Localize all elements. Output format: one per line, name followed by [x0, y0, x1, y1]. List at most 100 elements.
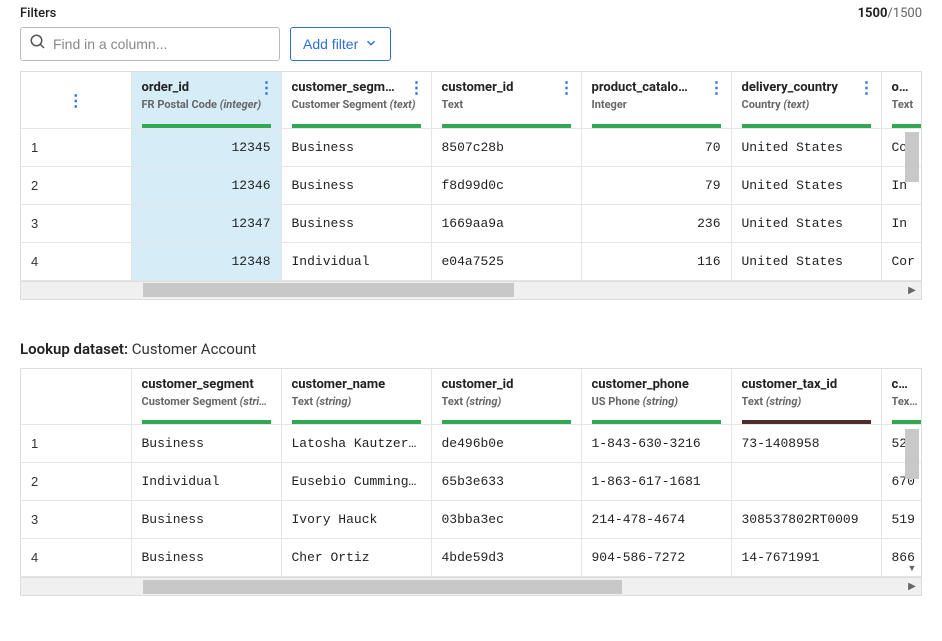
cell[interactable]: Business: [131, 539, 281, 577]
column-meta: Country (text): [742, 98, 871, 111]
cell[interactable]: Cher Ortiz: [281, 539, 431, 577]
column-health-bar: [442, 420, 571, 424]
column-name: customer_segm…: [292, 80, 421, 95]
cell[interactable]: 904-586-7272: [581, 539, 731, 577]
cell[interactable]: 236: [581, 204, 731, 242]
main-table: ⋮order_idFR Postal Code (integer)⋮custom…: [20, 71, 922, 300]
column-header[interactable]: order_Text: [881, 72, 921, 128]
column-menu-button[interactable]: ⋮: [559, 80, 575, 96]
column-header[interactable]: custonText (str: [881, 369, 921, 425]
row-number: 4: [21, 242, 131, 280]
cell[interactable]: United States: [731, 128, 881, 166]
column-health-bar: [742, 124, 871, 128]
cell[interactable]: United States: [731, 166, 881, 204]
column-header[interactable]: delivery_countryCountry (text)⋮: [731, 72, 881, 128]
cell[interactable]: [731, 463, 881, 501]
cell[interactable]: 14-7671991: [731, 539, 881, 577]
cell[interactable]: 73-1408958: [731, 425, 881, 463]
scroll-right-arrow[interactable]: ▶: [903, 578, 921, 596]
table-row[interactable]: 1BusinessLatosha Kautzer PhDde496b0e1-84…: [21, 425, 921, 463]
cell[interactable]: Business: [281, 204, 431, 242]
column-meta: Text (string): [442, 395, 571, 408]
cell[interactable]: Individual: [131, 463, 281, 501]
column-header[interactable]: customer_tax_idText (string): [731, 369, 881, 425]
cell[interactable]: Business: [131, 425, 281, 463]
chevron-down-icon: [364, 36, 378, 53]
table-row[interactable]: 4BusinessCher Ortiz4bde59d3904-586-72721…: [21, 539, 921, 577]
cell[interactable]: Latosha Kautzer PhD: [281, 425, 431, 463]
cell[interactable]: de496b0e: [431, 425, 581, 463]
cell[interactable]: 214-478-4674: [581, 501, 731, 539]
cell[interactable]: 03bba3ec: [431, 501, 581, 539]
cell[interactable]: 1-843-630-3216: [581, 425, 731, 463]
column-header[interactable]: customer_segmentCustomer Segment (stri…: [131, 369, 281, 425]
column-meta: Text: [892, 98, 921, 111]
cell[interactable]: 12347: [131, 204, 281, 242]
column-name: customer_name: [292, 377, 421, 392]
table-row[interactable]: 3BusinessIvory Hauck03bba3ec214-478-4674…: [21, 501, 921, 539]
search-input-container[interactable]: [20, 27, 280, 61]
cell[interactable]: 8507c28b: [431, 128, 581, 166]
horizontal-scrollbar[interactable]: ◀ ▶: [21, 281, 921, 299]
column-health-bar: [592, 124, 721, 128]
add-filter-button[interactable]: Add filter: [290, 27, 391, 61]
cell[interactable]: f8d99d0c: [431, 166, 581, 204]
cell[interactable]: e04a7525: [431, 242, 581, 280]
column-meta: FR Postal Code (integer): [142, 98, 271, 111]
column-header[interactable]: order_idFR Postal Code (integer)⋮: [131, 72, 281, 128]
table-row[interactable]: 112345Business8507c28b70United StatesCor: [21, 128, 921, 166]
cell[interactable]: 12345: [131, 128, 281, 166]
column-menu-button[interactable]: ⋮: [709, 80, 725, 96]
row-count-total: /1500: [887, 6, 922, 21]
vertical-scrollbar-thumb[interactable]: [905, 429, 919, 479]
vertical-scrollbar-thumb[interactable]: [905, 132, 919, 182]
scroll-right-arrow[interactable]: ▶: [903, 281, 921, 299]
cell[interactable]: Ivory Hauck: [281, 501, 431, 539]
scroll-down-arrow[interactable]: ▼: [905, 561, 919, 575]
horizontal-scrollbar[interactable]: ◀ ▶: [21, 577, 921, 595]
column-health-bar: [142, 124, 271, 128]
column-menu-button[interactable]: ⋮: [259, 80, 275, 96]
cell[interactable]: Cor: [881, 242, 921, 280]
cell[interactable]: Eusebio Cummings P…: [281, 463, 431, 501]
cell[interactable]: United States: [731, 242, 881, 280]
cell[interactable]: Business: [281, 166, 431, 204]
column-header[interactable]: product_catalo… Integer ⋮: [581, 72, 731, 128]
cell[interactable]: 1669aa9a: [431, 204, 581, 242]
column-meta: Integer: [592, 98, 721, 111]
column-health-bar: [292, 420, 421, 424]
table-row[interactable]: 412348Individuale04a7525116United States…: [21, 242, 921, 280]
table-row[interactable]: 212346Businessf8d99d0c79United StatesIn: [21, 166, 921, 204]
cell[interactable]: 65b3e633: [431, 463, 581, 501]
cell[interactable]: Business: [281, 128, 431, 166]
cell[interactable]: 70: [581, 128, 731, 166]
column-header[interactable]: customer_idText ⋮: [431, 72, 581, 128]
row-number: 2: [21, 463, 131, 501]
cell[interactable]: 12346: [131, 166, 281, 204]
row-number: 4: [21, 539, 131, 577]
cell[interactable]: Individual: [281, 242, 431, 280]
column-header[interactable]: customer_segm…Customer Segment (text)⋮: [281, 72, 431, 128]
cell[interactable]: 12348: [131, 242, 281, 280]
row-menu-button[interactable]: ⋮: [68, 93, 84, 109]
cell[interactable]: 79: [581, 166, 731, 204]
column-name: customer_id: [442, 377, 571, 392]
table-row[interactable]: 312347Business1669aa9a236United StatesIn: [21, 204, 921, 242]
row-count: 1500/1500: [858, 6, 922, 21]
column-header[interactable]: customer_phoneUS Phone (string): [581, 369, 731, 425]
column-header[interactable]: customer_id Text (string): [431, 369, 581, 425]
cell[interactable]: United States: [731, 204, 881, 242]
cell[interactable]: 519: [881, 501, 921, 539]
cell[interactable]: In: [881, 204, 921, 242]
cell[interactable]: 308537802RT0009: [731, 501, 881, 539]
cell[interactable]: 116: [581, 242, 731, 280]
cell[interactable]: Business: [131, 501, 281, 539]
column-menu-button[interactable]: ⋮: [409, 80, 425, 96]
cell[interactable]: 1-863-617-1681: [581, 463, 731, 501]
table-row[interactable]: 2IndividualEusebio Cummings P…65b3e6331-…: [21, 463, 921, 501]
column-menu-button[interactable]: ⋮: [859, 80, 875, 96]
search-input[interactable]: [53, 36, 271, 52]
column-name: product_catalo…: [592, 80, 721, 95]
column-header[interactable]: customer_nameText (string): [281, 369, 431, 425]
cell[interactable]: 4bde59d3: [431, 539, 581, 577]
